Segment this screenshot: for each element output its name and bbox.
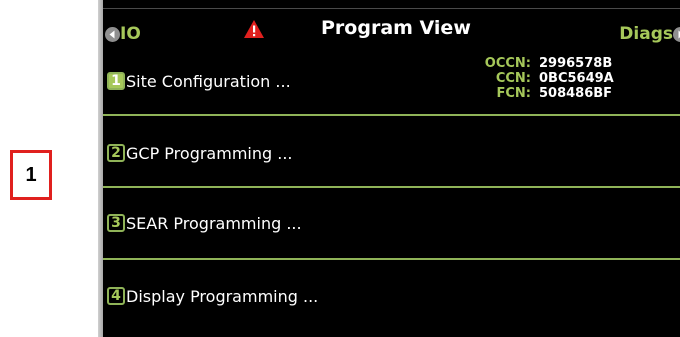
crc-readout: OCCN: 2996578B CCN: 0BC5649A FCN: 508486… <box>463 56 614 101</box>
warning-triangle-icon[interactable] <box>243 19 265 43</box>
io-nav-label: IO <box>120 24 141 44</box>
occn-label: OCCN: <box>484 56 531 71</box>
menu-item-label: Site Configuration ... <box>126 72 291 91</box>
page-title: Program View <box>321 17 471 39</box>
callout-label: 1 <box>10 150 52 200</box>
menu-item-gcp-programming[interactable]: 2 GCP Programming ... <box>103 118 680 188</box>
diags-nav-label: Diags <box>619 24 673 44</box>
chevron-right-icon <box>673 26 680 42</box>
menu-item-number: 2 <box>107 144 125 162</box>
menu-item-label: GCP Programming ... <box>126 144 293 163</box>
menu-item-site-configuration[interactable]: 1 Site Configuration ... OCCN: 2996578B … <box>103 48 680 116</box>
fcn-value: 508486BF <box>539 86 613 101</box>
menu-item-number: 1 <box>107 72 125 90</box>
fcn-label: FCN: <box>496 86 532 101</box>
menu-item-label: SEAR Programming ... <box>126 214 302 233</box>
diags-nav-button[interactable]: Diags <box>619 24 680 44</box>
menu-item-display-programming[interactable]: 4 Display Programming ... <box>103 260 680 337</box>
menu-item-sear-programming[interactable]: 3 SEAR Programming ... <box>103 188 680 260</box>
program-view-screen: IO Program View Diags 1 Site Configurati… <box>103 0 680 337</box>
header-bar: IO Program View Diags <box>103 8 680 49</box>
ccn-label: CCN: <box>495 71 531 86</box>
occn-value: 2996578B <box>539 56 613 71</box>
menu-item-number: 3 <box>107 214 125 232</box>
menu-item-number: 4 <box>107 287 125 305</box>
io-nav-button[interactable]: IO <box>105 24 141 44</box>
menu-item-label: Display Programming ... <box>126 287 319 306</box>
chevron-left-icon <box>105 26 120 42</box>
ccn-value: 0BC5649A <box>539 71 614 86</box>
